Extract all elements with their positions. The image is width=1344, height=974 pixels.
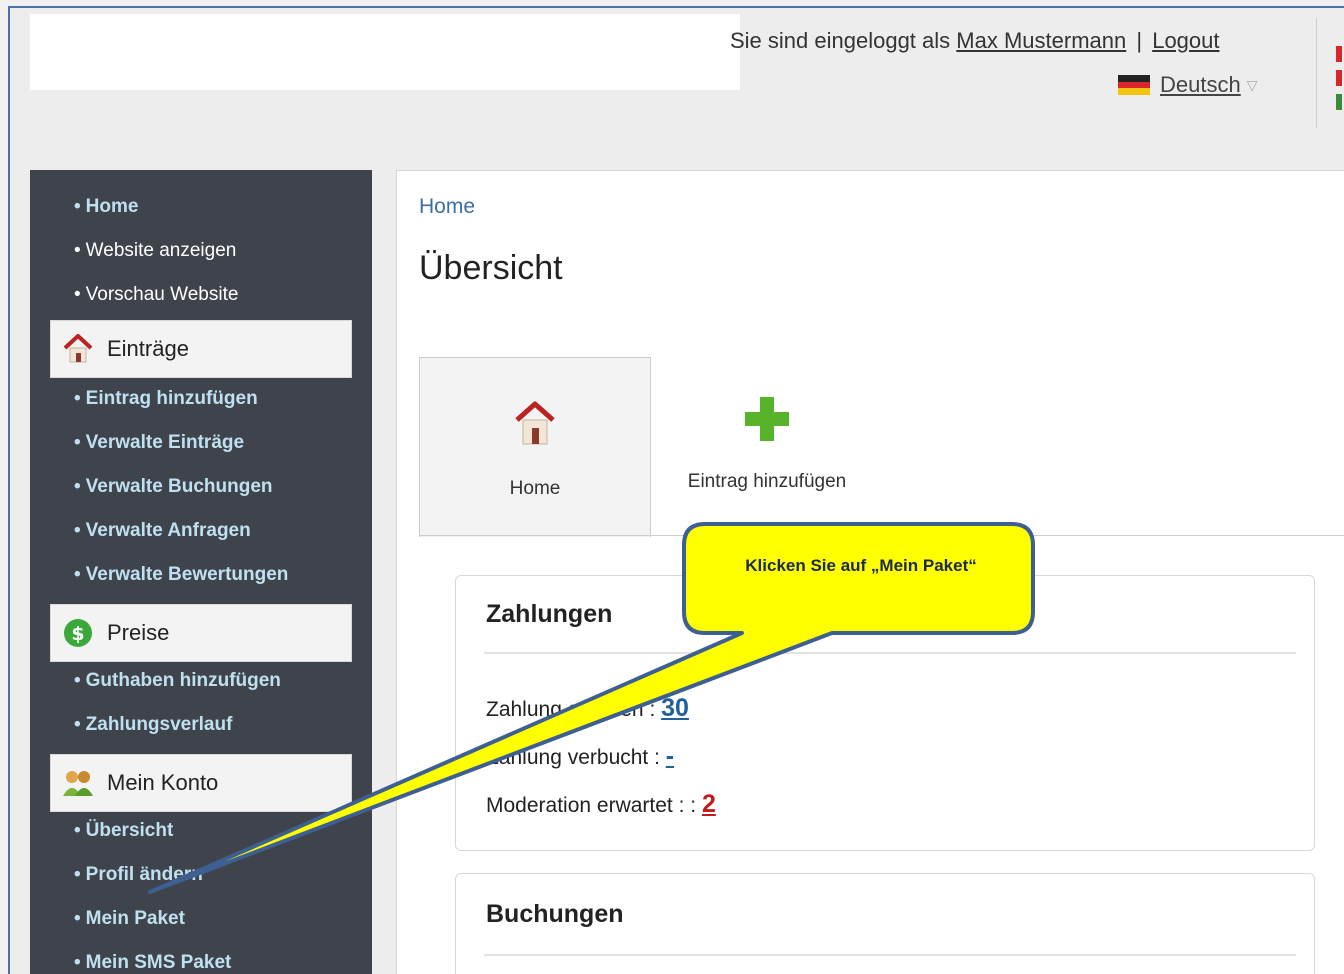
sidebar-item-verwalte-bewertungen[interactable]: • Verwalte Bewertungen bbox=[74, 564, 288, 586]
sidebar-item-eintrag-hinzufuegen[interactable]: • Eintrag hinzufügen bbox=[74, 388, 258, 410]
logout-link[interactable]: Logout bbox=[1152, 28, 1219, 53]
sidebar-item-verwalte-eintraege[interactable]: • Verwalte Einträge bbox=[74, 432, 244, 454]
users-icon bbox=[61, 766, 95, 800]
section-mein-konto: Mein Konto bbox=[50, 754, 352, 812]
section-title: Mein Konto bbox=[107, 770, 219, 795]
moderation-pending-value[interactable]: 2 bbox=[702, 790, 716, 818]
tab-label: Eintrag hinzufügen bbox=[687, 471, 847, 492]
side-marks bbox=[1336, 46, 1342, 118]
app-window: Sie sind eingeloggt als Max Mustermann |… bbox=[8, 6, 1344, 974]
page-title: Übersicht bbox=[419, 249, 563, 287]
payments-received-value[interactable]: 30 bbox=[661, 694, 689, 722]
sidebar-item-website-anzeigen[interactable]: • Website anzeigen bbox=[74, 240, 236, 262]
sidebar-item-uebersicht[interactable]: • Übersicht bbox=[74, 820, 173, 842]
divider bbox=[484, 652, 1296, 654]
tab-label: Home bbox=[509, 478, 561, 499]
sidebar-item-vorschau-website[interactable]: • Vorschau Website bbox=[74, 284, 238, 306]
separator: | bbox=[1136, 28, 1143, 53]
language-selector[interactable]: Deutsch ▽ bbox=[1118, 72, 1258, 98]
tab-home[interactable]: Home bbox=[419, 357, 651, 537]
moderation-pending-row: Moderation erwartet : : 2 bbox=[486, 790, 716, 818]
callout-text: Klicken Sie auf „Mein Paket“ bbox=[745, 556, 977, 575]
tab-eintrag-hinzufuegen[interactable]: Eintrag hinzufügen bbox=[651, 357, 883, 537]
login-status: Sie sind eingeloggt als Max Mustermann |… bbox=[730, 28, 1220, 54]
dollar-icon: $ bbox=[61, 616, 95, 650]
breadcrumb[interactable]: Home bbox=[419, 195, 475, 219]
logo-area bbox=[30, 14, 740, 90]
payments-booked-row: Zahlung verbucht : - bbox=[486, 742, 675, 770]
chevron-down-icon: ▽ bbox=[1246, 76, 1258, 93]
sidebar-item-zahlungsverlauf[interactable]: • Zahlungsverlauf bbox=[74, 714, 232, 736]
sidebar-item-mein-paket[interactable]: • Mein Paket bbox=[74, 908, 185, 930]
plus-icon bbox=[741, 393, 793, 451]
house-icon bbox=[511, 398, 559, 456]
login-prefix: Sie sind eingeloggt als bbox=[730, 28, 951, 53]
sidebar: • Home • Website anzeigen • Vorschau Websit… bbox=[30, 170, 372, 974]
house-icon bbox=[61, 332, 95, 366]
divider bbox=[484, 954, 1296, 956]
section-eintraege: Einträge bbox=[50, 320, 352, 378]
sidebar-item-verwalte-buchungen[interactable]: • Verwalte Buchungen bbox=[74, 476, 273, 498]
payments-booked-value[interactable]: - bbox=[666, 742, 674, 770]
sidebar-item-home[interactable]: • Home bbox=[74, 196, 138, 218]
section-title: Preise bbox=[107, 620, 170, 645]
user-name-link[interactable]: Max Mustermann bbox=[956, 28, 1126, 53]
payments-panel: Zahlungen Zahlung erhalten : 30 Zahlung … bbox=[455, 575, 1315, 851]
svg-text:$: $ bbox=[71, 623, 84, 645]
language-label[interactable]: Deutsch bbox=[1160, 72, 1241, 98]
sidebar-item-profil-aendern[interactable]: • Profil ändern bbox=[74, 864, 203, 886]
bookings-panel: Buchungen bbox=[455, 873, 1315, 974]
divider bbox=[1316, 18, 1317, 128]
sidebar-item-verwalte-anfragen[interactable]: • Verwalte Anfragen bbox=[74, 520, 251, 542]
section-preise: $ Preise bbox=[50, 604, 352, 662]
section-title: Einträge bbox=[107, 336, 189, 361]
german-flag-icon bbox=[1118, 75, 1150, 96]
sidebar-item-mein-sms-paket[interactable]: • Mein SMS Paket bbox=[74, 952, 231, 974]
panel-title: Buchungen bbox=[486, 900, 624, 928]
sidebar-item-guthaben-hinzufuegen[interactable]: • Guthaben hinzufügen bbox=[74, 670, 281, 692]
tabs-divider bbox=[419, 535, 1344, 536]
payments-received-row: Zahlung erhalten : 30 bbox=[486, 694, 689, 722]
panel-title: Zahlungen bbox=[486, 600, 613, 628]
